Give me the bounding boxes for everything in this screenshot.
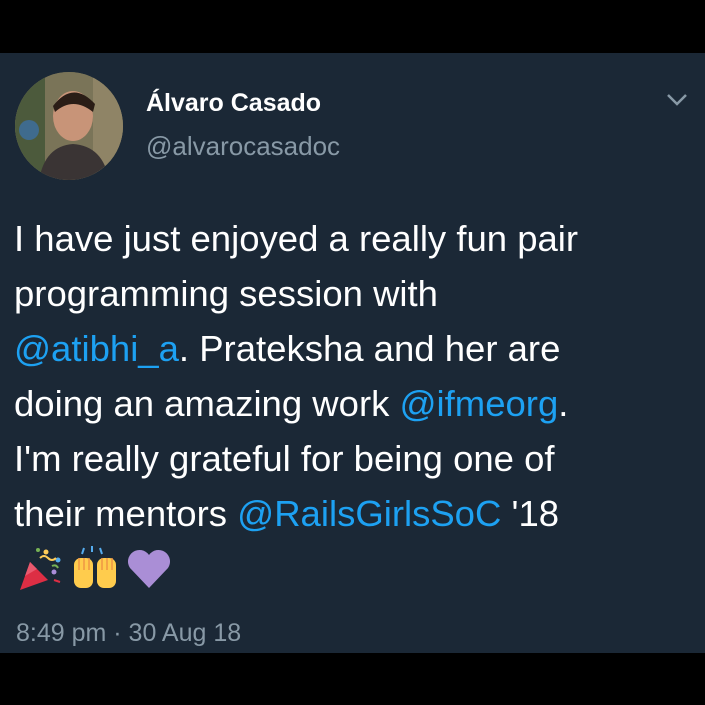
tweet-timestamp[interactable]: 8:49 pm · 30 Aug 18 (16, 619, 241, 648)
tweet-text: I have just enjoyed a really fun pair pro… (14, 211, 700, 541)
author-name[interactable]: Álvaro Casado (146, 89, 321, 118)
tweet-text-segment: '18 (501, 493, 560, 534)
avatar[interactable] (15, 72, 123, 180)
tweet-text-line: their mentors @RailsGirlsSoC '18 (14, 486, 700, 541)
mention-link[interactable]: @atibhi_a (14, 328, 179, 369)
tweet-text-segment: I have just enjoyed a really fun pair (14, 218, 579, 259)
avatar-image (15, 72, 123, 180)
tweet-text-line: I have just enjoyed a really fun pair (14, 211, 700, 266)
emoji-row (16, 543, 174, 595)
mention-link[interactable]: @ifmeorg (400, 383, 559, 424)
tweet-text-line: @atibhi_a. Prateksha and her are (14, 321, 700, 376)
tweet-text-segment: programming session with (14, 273, 438, 314)
tweet-text-segment: I'm really grateful for being one of (14, 438, 555, 479)
author-handle[interactable]: @alvarocasadoc (146, 131, 340, 162)
chevron-down-icon[interactable] (664, 89, 690, 109)
party-popper-emoji (20, 548, 61, 590)
purple-heart-emoji (127, 549, 171, 588)
raising-hands-emoji (74, 546, 116, 588)
tweet-text-segment: doing an amazing work (14, 383, 400, 424)
tweet-text-line: I'm really grateful for being one of (14, 431, 700, 486)
tweet-text-segment: . (558, 383, 569, 424)
tweet-card: Álvaro Casado @alvarocasadoc I have just… (0, 53, 705, 653)
mention-link[interactable]: @RailsGirlsSoC (237, 493, 501, 534)
tweet-text-line: programming session with (14, 266, 700, 321)
tweet-text-line: doing an amazing work @ifmeorg. (14, 376, 700, 431)
tweet-text-segment: their mentors (14, 493, 238, 534)
tweet-text-segment: . Prateksha and her are (178, 328, 561, 369)
